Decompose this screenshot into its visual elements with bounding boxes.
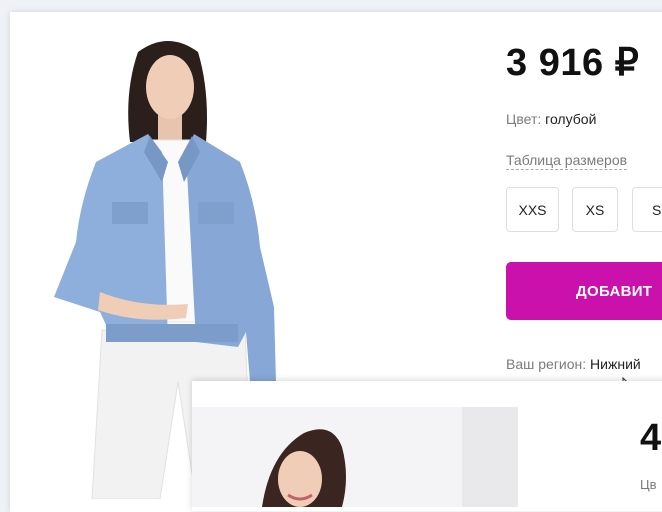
next-product-photo[interactable] [192,407,518,507]
next-product-card: 4 Цв [192,381,662,511]
delivery-region: Ваш регион: Нижний [506,356,641,372]
product-price: 3 916 ₽ [506,42,640,84]
size-option-s[interactable]: S [632,187,662,232]
product-color: Цвет: голубой [506,111,596,127]
color-value: голубой [545,111,597,127]
region-value[interactable]: Нижний [590,356,641,372]
size-table-link[interactable]: Таблица размеров [506,152,628,170]
region-label: Ваш регион: [506,356,587,372]
next-product-price: 4 [640,417,662,459]
size-option-xxs[interactable]: XXS [506,187,559,232]
color-label: Цвет: [506,111,542,127]
size-option-xs[interactable]: XS [572,187,618,232]
add-to-cart-button[interactable]: ДОБАВИТ [506,262,662,320]
next-product-color-label: Цв [640,477,657,492]
